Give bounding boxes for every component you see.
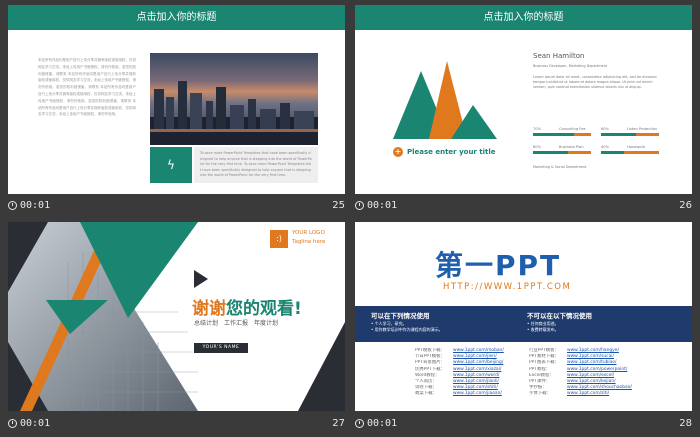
slide-canvas: 第一PPT HTTP://WWW.1PPT.COM 可以在下列情况使用 • 个人… <box>355 222 692 411</box>
skill-bar-track <box>601 151 659 154</box>
slide-canvas: 点击加入你的标题 + Please enter your title Sean … <box>355 5 692 194</box>
allowed-list: • 个人学习、研究。 • 用作教学培训中作为课程内容的演示。 <box>371 321 443 333</box>
skill-bar: 40% Handwork <box>601 145 661 159</box>
skill-bar: 60% Business Plan <box>533 145 593 159</box>
slide-thumbnail-28[interactable]: 第一PPT HTTP://WWW.1PPT.COM 可以在下列情况使用 • 个人… <box>355 222 692 432</box>
slide-time: 00:01 <box>20 200 51 211</box>
person-role: Business Developer, Marketing Department <box>533 64 608 68</box>
caption-box: To save more PowerPoint Templates that h… <box>194 147 318 183</box>
skill-bar: 70% Consulting Fee <box>533 127 593 141</box>
caption-text: To save more PowerPoint Templates that h… <box>200 151 312 178</box>
slide-thumbnail-25[interactable]: 点击加入你的标题 本站所有作品均是用户自行上传分享并拥有版权或使用权，仅供网友学… <box>8 5 345 215</box>
usage-list-item: • 用作教学培训中作为课程内容的演示。 <box>371 327 443 332</box>
thanks-title: 谢谢您的观看! <box>192 294 302 319</box>
slide-number: 26 <box>679 200 692 211</box>
slide-canvas: :) YOUR LOGO Tagline here 谢谢您的观看! 总结计划 工… <box>8 222 345 411</box>
skill-bar-track <box>601 133 659 136</box>
brand-url: HTTP://WWW.1PPT.COM <box>443 282 572 292</box>
link-label: 教案下载： <box>415 391 437 397</box>
slide-footer: 00:01 28 <box>355 415 692 433</box>
skill-bar-label: Consulting Fee <box>559 127 586 131</box>
link-url[interactable]: www.1ppt.com/jiaoan/ <box>453 391 502 397</box>
links-right: 行业PPT模板： www.1ppt.com/hangye/PPT素材下载： www.… <box>529 348 632 398</box>
slide-body-text: 本站所有作品均是用户自行上传分享并拥有版权或使用权，仅供网友学习交流，未经上传用… <box>38 58 136 117</box>
slide-thumbnail-26[interactable]: 点击加入你的标题 + Please enter your title Sean … <box>355 5 692 215</box>
usage-list-item: • 收费转载发布。 <box>527 327 559 332</box>
skill-bar-percent: 60% <box>533 145 541 149</box>
skill-bar-track <box>533 151 591 154</box>
slide-time: 00:01 <box>367 200 398 211</box>
slide-canvas: 点击加入你的标题 本站所有作品均是用户自行上传分享并拥有版权或使用权，仅供网友学… <box>8 5 345 194</box>
slide-number: 28 <box>679 418 692 429</box>
slide-footer: 00:01 25 <box>8 197 345 215</box>
link-url[interactable]: www.1ppt.com/ziti/ <box>567 391 609 397</box>
city-photo <box>150 53 318 145</box>
skill-bar-label: Business Plan <box>559 145 584 149</box>
skill-bar-percent: 70% <box>533 127 541 131</box>
slide-time: 00:01 <box>367 418 398 429</box>
slide-time: 00:01 <box>20 418 51 429</box>
thanks-part-2: 您的观看! <box>226 299 302 319</box>
logo-box: :) <box>270 230 288 248</box>
skill-bar: 60% Listen Protection <box>601 127 661 141</box>
title-prompt: Please enter your title <box>407 148 496 156</box>
slide-title: 点击加入你的标题 <box>8 5 345 30</box>
skyline-graphic <box>150 81 318 145</box>
slide-number: 27 <box>332 418 345 429</box>
usage-banner: 可以在下列情况使用 • 个人学习、研究。 • 用作教学培训中作为课程内容的演示。 … <box>355 306 692 342</box>
skill-bar-track <box>533 133 591 136</box>
clock-icon <box>8 201 17 210</box>
person-name: Sean Hamilton <box>533 52 585 60</box>
thanks-part-1: 谢谢 <box>192 299 226 319</box>
forbidden-title: 不可以在以下情况使用 <box>527 312 592 320</box>
brand-logo: 第一PPT <box>435 244 561 284</box>
lightning-tile: ϟ <box>150 147 192 183</box>
skill-bar-percent: 40% <box>601 145 609 149</box>
title-prompt-row: + Please enter your title <box>393 147 496 157</box>
links-left: PPT模板下载： www.1ppt.com/moban/节日PPT模板： www.1… <box>415 348 504 398</box>
slide-number: 25 <box>332 200 345 211</box>
logo-text: YOUR LOGO <box>292 230 325 236</box>
skill-bar-fill <box>533 151 568 154</box>
triangle-graphic <box>393 61 497 139</box>
lightning-icon: ϟ <box>167 158 175 172</box>
forbidden-list: • 任何商业用途。 • 收费转载发布。 <box>527 321 559 333</box>
skill-bar-percent: 60% <box>601 127 609 131</box>
skill-bar-fill <box>533 133 574 136</box>
plus-circle-icon: + <box>393 147 403 157</box>
thanks-subtitle: 总结计划 工作汇报 年度计划 <box>194 320 279 327</box>
clock-icon <box>355 201 364 210</box>
person-description: Lorem ipsum dolor sit amet, consectetur … <box>533 75 657 89</box>
slide-footer: 00:01 27 <box>8 415 345 433</box>
name-box: YOUR'S NAME <box>194 343 248 353</box>
department-text: Marketing & Social Department <box>533 165 587 169</box>
skill-bar-fill <box>601 151 625 154</box>
slide-footer: 00:01 26 <box>355 197 692 215</box>
skill-bar-fill <box>601 133 636 136</box>
link-row: 字体下载： www.1ppt.com/ziti/ <box>529 391 632 397</box>
clock-icon <box>8 419 17 428</box>
link-label: 字体下载： <box>529 391 551 397</box>
clock-icon <box>355 419 364 428</box>
brand-logo-text: 第一PPT <box>435 249 562 282</box>
logo-tagline: Tagline here <box>292 239 326 245</box>
slide-title: 点击加入你的标题 <box>355 5 692 30</box>
slide-thumbnail-27[interactable]: :) YOUR LOGO Tagline here 谢谢您的观看! 总结计划 工… <box>8 222 345 432</box>
allowed-title: 可以在下列情况使用 <box>371 312 430 320</box>
smile-icon: :) <box>276 234 282 243</box>
skill-bar-label: Handwork <box>627 145 646 149</box>
link-row: 教案下载： www.1ppt.com/jiaoan/ <box>415 391 504 397</box>
skill-bar-label: Listen Protection <box>627 127 658 131</box>
